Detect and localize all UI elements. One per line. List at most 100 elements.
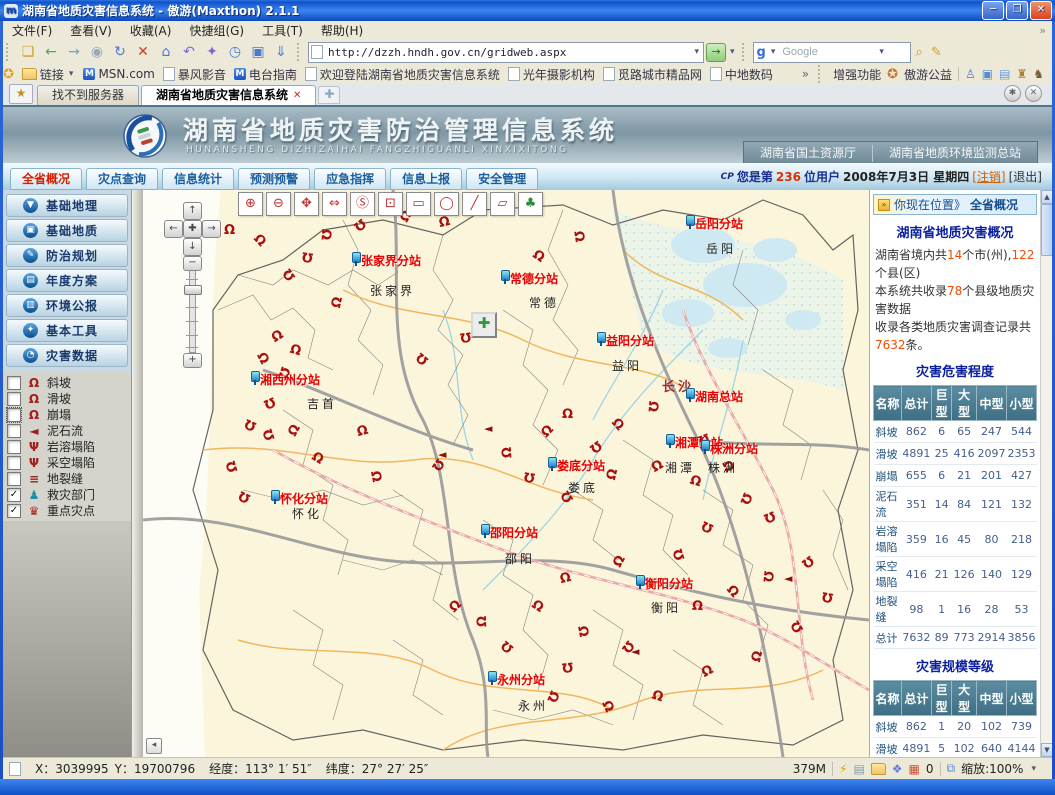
pan-down-button[interactable]: ↓	[183, 238, 202, 256]
map-station[interactable]: 张家界分站	[352, 252, 421, 269]
debris-flow-icon[interactable]: ◄	[784, 572, 792, 585]
nav-tab-全省概况[interactable]: 全省概况	[10, 168, 82, 190]
station-pin-icon[interactable]	[686, 215, 694, 229]
layer-checkbox[interactable]	[7, 392, 21, 406]
menu-overflow-chevron-icon[interactable]: »	[1039, 24, 1052, 37]
map-station[interactable]: 怀化分站	[271, 490, 328, 507]
sidebar-section-年度方案[interactable]: ▤年度方案	[6, 269, 128, 292]
select-rect-icon[interactable]: ⊡	[378, 192, 403, 216]
disaster-point-icon[interactable]: Ω	[319, 229, 333, 241]
maximize-button[interactable]: ❐	[1006, 1, 1028, 20]
link-链接[interactable]: 链接▾	[18, 66, 80, 83]
disaster-point-icon[interactable]: Ω	[561, 659, 573, 673]
messenger-icon[interactable]: ♙	[965, 67, 976, 81]
back-icon[interactable]: ←	[40, 42, 62, 62]
disaster-point-icon[interactable]: Ω	[562, 408, 573, 421]
layer-tree-icon[interactable]: ♣	[518, 192, 543, 216]
layer-checkbox[interactable]	[7, 376, 21, 390]
nav-tab-信息统计[interactable]: 信息统计	[162, 168, 234, 190]
url-input[interactable]	[326, 45, 689, 60]
link-欢迎登陆湖南省地质灾害信息系统[interactable]: 欢迎登陆湖南省地质灾害信息系统	[301, 66, 504, 83]
stop-icon[interactable]: ✕	[132, 42, 154, 62]
window-icon[interactable]: ▣	[247, 42, 269, 62]
zoom-in-step-button[interactable]: +	[183, 353, 202, 368]
menu-item[interactable]: 快捷组(G)	[180, 21, 253, 40]
map-station[interactable]: 常德分站	[501, 270, 558, 287]
nav-tab-预测预警[interactable]: 预测预警	[238, 168, 310, 190]
dropdown-icon[interactable]: ▾	[67, 69, 76, 79]
wand-icon[interactable]: ✦	[201, 42, 223, 62]
link-中地数码[interactable]: 中地数码	[706, 66, 777, 83]
history-icon[interactable]: ◷	[224, 42, 246, 62]
station-pin-icon[interactable]	[597, 332, 605, 346]
disaster-point-icon[interactable]: Ω	[476, 616, 489, 628]
pan-icon[interactable]: ✥	[294, 192, 319, 216]
station-pin-icon[interactable]	[666, 434, 674, 448]
disaster-point-icon[interactable]: Ω	[459, 329, 472, 343]
zoom-slider[interactable]	[189, 268, 196, 353]
page-info-icon[interactable]: ▤	[999, 67, 1010, 81]
logout-link[interactable]: [注销]	[972, 168, 1005, 185]
disaster-point-icon[interactable]: Ω	[330, 296, 345, 310]
link-觅路城市精品网[interactable]: 觅路城市精品网	[599, 66, 706, 83]
disaster-point-icon[interactable]: Ω	[575, 625, 590, 638]
disaster-point-icon[interactable]: Ω	[224, 224, 235, 237]
station-pin-icon[interactable]	[548, 457, 556, 471]
menu-item[interactable]: 工具(T)	[253, 21, 312, 40]
map-station[interactable]: 岳阳分站	[686, 215, 743, 232]
link-电台指南[interactable]: M电台指南	[230, 66, 301, 83]
debris-flow-icon[interactable]: ◄	[631, 645, 639, 658]
link-land-resources-dept[interactable]: 湖南省国土资源厅	[744, 142, 872, 165]
station-pin-icon[interactable]	[686, 388, 694, 402]
draw-line-icon[interactable]: ╱	[462, 192, 487, 216]
menu-item[interactable]: 文件(F)	[3, 21, 61, 40]
layer-checkbox[interactable]	[7, 472, 21, 486]
trophy-icon[interactable]: ♜	[1016, 67, 1027, 81]
disaster-point-icon[interactable]: Ω	[571, 230, 586, 243]
new-tab-button[interactable]: ✚	[318, 86, 340, 104]
pan-center-button[interactable]: ✚	[183, 220, 202, 238]
map-station[interactable]: 湘西州分站	[251, 371, 320, 388]
station-pin-icon[interactable]	[636, 575, 644, 589]
station-pin-icon[interactable]	[352, 252, 360, 266]
pan-up-button[interactable]: ↑	[183, 202, 202, 220]
links-overflow-chevron-icon[interactable]: »	[802, 67, 809, 81]
station-pin-icon[interactable]	[501, 270, 509, 284]
zoom-out-icon[interactable]: ⊖	[266, 192, 291, 216]
station-pin-icon[interactable]	[251, 371, 259, 385]
book-icon[interactable]: ❖	[892, 762, 903, 776]
browser-tab[interactable]: 湖南省地质灾害信息系统✕	[141, 85, 316, 105]
link-maxthon-charity[interactable]: 傲游公益	[904, 66, 952, 83]
sidebar-section-基本工具[interactable]: ✦基本工具	[6, 319, 128, 342]
zoom-in-icon[interactable]: ⊕	[238, 192, 263, 216]
printer-icon[interactable]: ▤	[853, 762, 864, 776]
map-station[interactable]: 娄底分站	[548, 457, 605, 474]
favorites-star-icon[interactable]: ★	[9, 84, 33, 104]
disaster-point-icon[interactable]: Ω	[501, 447, 515, 459]
go-button[interactable]: →	[706, 43, 726, 62]
map-station[interactable]: 湖南总站	[686, 388, 743, 405]
disaster-point-icon[interactable]: Ω	[760, 570, 774, 582]
tab-close-icon[interactable]: ✕	[293, 86, 301, 105]
download-icon[interactable]: ⇓	[270, 42, 292, 62]
map-station[interactable]: 益阳分站	[597, 332, 654, 349]
pan-right-button[interactable]: →	[202, 220, 221, 238]
pan-left-button[interactable]: ←	[164, 220, 183, 238]
forward-icon[interactable]: →	[63, 42, 85, 62]
nav-tab-灾点查询[interactable]: 灾点查询	[86, 168, 158, 190]
sidebar-section-基础地质[interactable]: ▣基础地质	[6, 219, 128, 242]
sidebar-section-环境公报[interactable]: ▥环境公报	[6, 294, 128, 317]
brush-icon[interactable]: ♞	[1033, 67, 1044, 81]
station-pin-icon[interactable]	[488, 671, 496, 685]
calendar-icon[interactable]: ▦	[909, 762, 920, 776]
nav-tab-安全管理[interactable]: 安全管理	[466, 168, 538, 190]
link-暴风影音[interactable]: 暴风影音	[159, 66, 230, 83]
resize-icon[interactable]: ⧉	[947, 761, 956, 776]
nav-tab-应急指挥[interactable]: 应急指挥	[314, 168, 386, 190]
debris-flow-icon[interactable]: ◄	[438, 448, 446, 461]
deselect-rect-icon[interactable]: ▭	[406, 192, 431, 216]
layer-checkbox[interactable]: ✓	[7, 504, 21, 518]
go-dropdown-icon[interactable]: ▾	[728, 47, 737, 57]
window-panel-icon[interactable]: ▣	[982, 67, 993, 81]
zoom-dropdown-icon[interactable]: ▾	[1029, 764, 1038, 774]
